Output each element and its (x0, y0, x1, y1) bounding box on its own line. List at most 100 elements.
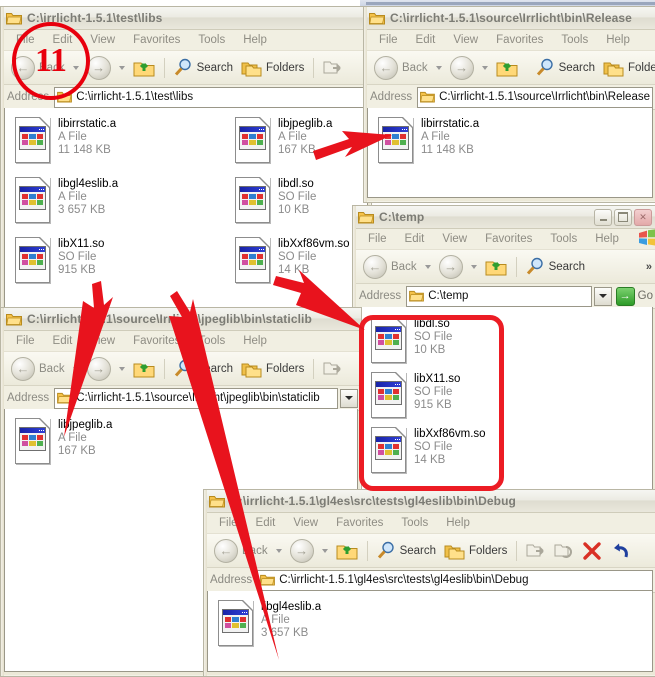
menu-item-help[interactable]: Help (234, 335, 276, 347)
menu-item-tools[interactable]: Tools (541, 233, 586, 245)
title-bar[interactable]: C:\irrlicht-1.5.1\gl4es\src\tests\gl4esl… (204, 490, 655, 513)
menu-item-help[interactable]: Help (597, 34, 639, 46)
menu-item-favorites[interactable]: Favorites (124, 34, 189, 46)
menu-item-edit[interactable]: Edit (247, 517, 285, 529)
forward-dropdown-icon[interactable] (118, 65, 125, 70)
up-button[interactable] (332, 537, 362, 565)
address-dropdown-button[interactable] (593, 286, 612, 306)
forward-button[interactable]: → (83, 355, 115, 383)
menu-bar[interactable]: File Edit View Favorites Tools Help (1, 331, 361, 352)
address-input[interactable]: C:\irrlicht-1.5.1\gl4es\src\tests\gl4esl… (257, 569, 653, 591)
menu-item-help[interactable]: Help (586, 233, 628, 245)
tool-bar[interactable]: ← Back → Search » (353, 250, 655, 284)
list-item[interactable]: libdl.so SO File 10 KB (233, 176, 316, 224)
up-button[interactable] (129, 355, 159, 383)
menu-item-file[interactable]: File (359, 233, 396, 245)
menu-bar[interactable]: File Edit View Favorites Tools Help (364, 30, 655, 51)
menu-item-favorites[interactable]: Favorites (124, 335, 189, 347)
forward-button[interactable]: → (286, 537, 318, 565)
forward-dropdown-icon[interactable] (470, 264, 477, 269)
menu-item-edit[interactable]: Edit (44, 335, 82, 347)
menu-item-file[interactable]: File (7, 335, 44, 347)
move-to-button[interactable] (319, 355, 347, 383)
menu-item-tools[interactable]: Tools (392, 517, 437, 529)
list-item[interactable]: libXxf86vm.so SO File 14 KB (233, 236, 350, 284)
go-button[interactable]: → Go (615, 286, 653, 306)
title-bar[interactable]: C:\temp ✕ (353, 206, 655, 229)
move-to-button[interactable] (319, 54, 347, 82)
move-to-button[interactable] (522, 537, 550, 565)
forward-button[interactable]: → (446, 54, 478, 82)
file-list-pane[interactable]: libirrstatic.a A File 11 148 KB libgl4es… (4, 108, 368, 308)
search-button[interactable]: Search (532, 54, 599, 82)
maximize-button[interactable] (614, 208, 632, 226)
menu-item-favorites[interactable]: Favorites (487, 34, 552, 46)
up-button[interactable] (129, 54, 159, 82)
back-button[interactable]: ← Back (359, 253, 421, 281)
list-item[interactable]: libjpeglib.a A File 167 KB (233, 116, 332, 164)
back-button[interactable]: ← Back (7, 355, 69, 383)
menu-bar[interactable]: File Edit View Favorites Tools Help (204, 513, 655, 534)
delete-button[interactable] (578, 537, 606, 565)
menu-item-help[interactable]: Help (437, 517, 479, 529)
address-input[interactable]: C:\irrlicht-1.5.1\source\Irrlicht\bin\Re… (417, 86, 653, 108)
menu-item-view[interactable]: View (433, 233, 476, 245)
window-controls[interactable]: ✕ (594, 208, 654, 226)
menu-item-view[interactable]: View (81, 335, 124, 347)
list-item[interactable]: libirrstatic.a A File 11 148 KB (376, 116, 479, 164)
search-button[interactable]: Search (373, 537, 440, 565)
list-item[interactable]: libjpeglib.a A File 167 KB (13, 417, 112, 465)
forward-dropdown-icon[interactable] (481, 65, 488, 70)
file-list-pane[interactable]: libgl4eslib.a A File 3 657 KB (207, 591, 653, 672)
folders-button[interactable]: Folders (237, 54, 308, 82)
list-item[interactable]: libgl4eslib.a A File 3 657 KB (13, 176, 118, 224)
address-input[interactable]: C:\temp (406, 285, 592, 307)
folders-button[interactable]: Folders (599, 54, 655, 82)
menu-item-favorites[interactable]: Favorites (476, 233, 541, 245)
menu-item-file[interactable]: File (370, 34, 407, 46)
menu-item-tools[interactable]: Tools (552, 34, 597, 46)
address-bar[interactable]: Address C:\irrlicht-1.5.1\source\Irrlich… (1, 386, 361, 411)
menu-item-view[interactable]: View (444, 34, 487, 46)
folders-button[interactable]: Folders (440, 537, 511, 565)
list-item[interactable]: libX11.so SO File 915 KB (13, 236, 104, 284)
menu-item-tools[interactable]: Tools (189, 335, 234, 347)
address-input[interactable]: C:\irrlicht-1.5.1\source\Irrlicht\jpegli… (54, 387, 338, 409)
explorer-window-release[interactable]: C:\irrlicht-1.5.1\source\Irrlicht\bin\Re… (363, 6, 655, 203)
back-button[interactable]: ← Back (210, 537, 272, 565)
menu-item-view[interactable]: View (81, 34, 124, 46)
address-input[interactable]: C:\irrlicht-1.5.1\test\libs (54, 86, 368, 108)
menu-bar[interactable]: File Edit View Favorites Tools Help (353, 229, 655, 250)
back-dropdown-icon[interactable] (275, 548, 282, 553)
minimize-button[interactable] (594, 208, 612, 226)
menu-item-help[interactable]: Help (234, 34, 276, 46)
back-button[interactable]: ← Back (370, 54, 432, 82)
address-dropdown-button[interactable] (340, 388, 358, 408)
back-dropdown-icon[interactable] (435, 65, 442, 70)
menu-item-view[interactable]: View (284, 517, 327, 529)
up-button[interactable] (492, 54, 522, 82)
back-dropdown-icon[interactable] (72, 366, 79, 371)
search-button[interactable]: Search (522, 253, 589, 281)
undo-button[interactable] (606, 537, 634, 565)
tool-bar[interactable]: ← Back → Search Folders (364, 51, 655, 85)
address-bar[interactable]: Address C:\temp → Go (353, 284, 655, 309)
close-button[interactable]: ✕ (634, 208, 652, 226)
toolbar-overflow-chevron[interactable]: » (646, 261, 655, 273)
forward-dropdown-icon[interactable] (118, 366, 125, 371)
menu-item-edit[interactable]: Edit (407, 34, 445, 46)
list-item[interactable]: libirrstatic.a A File 11 148 KB (13, 116, 116, 164)
title-bar[interactable]: C:\irrlicht-1.5.1\source\Irrlicht\bin\Re… (364, 7, 655, 30)
explorer-window-debug[interactable]: C:\irrlicht-1.5.1\gl4es\src\tests\gl4esl… (203, 489, 655, 677)
menu-item-favorites[interactable]: Favorites (327, 517, 392, 529)
list-item[interactable]: libgl4eslib.a A File 3 657 KB (216, 599, 321, 647)
forward-dropdown-icon[interactable] (321, 548, 328, 553)
tool-bar[interactable]: ← Back → Search Folders (204, 534, 655, 568)
folders-button[interactable]: Folders (237, 355, 308, 383)
tool-bar[interactable]: ← Back → Search Folders (1, 352, 361, 386)
file-list-pane[interactable]: libirrstatic.a A File 11 148 KB (367, 108, 653, 198)
address-bar[interactable]: Address C:\irrlicht-1.5.1\source\Irrlich… (364, 85, 655, 110)
menu-item-file[interactable]: File (210, 517, 247, 529)
menu-item-edit[interactable]: Edit (396, 233, 434, 245)
search-button[interactable]: Search (170, 355, 237, 383)
